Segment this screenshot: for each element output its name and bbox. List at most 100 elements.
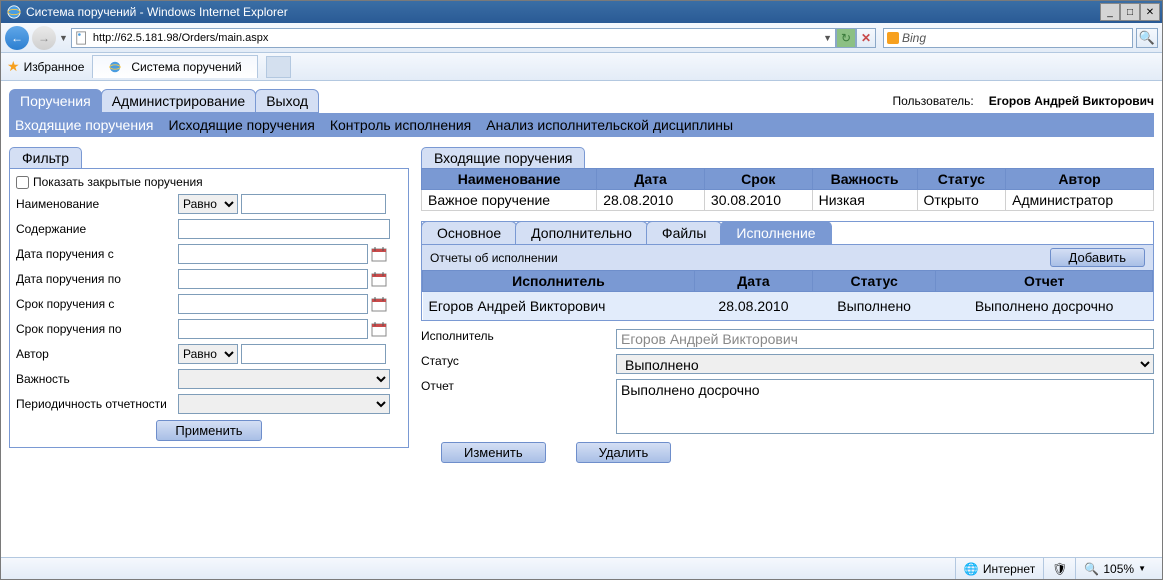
forward-button[interactable]: → <box>32 26 56 50</box>
rcol-report[interactable]: Отчет <box>936 271 1153 292</box>
calendar-icon[interactable] <box>371 296 387 312</box>
title-bar: Система поручений - Windows Internet Exp… <box>1 1 1162 23</box>
maximize-button[interactable]: □ <box>1120 3 1140 21</box>
filter-name-op[interactable]: Равно <box>178 194 238 214</box>
shield-icon: 🛡 <box>1052 562 1067 576</box>
search-input[interactable] <box>926 31 1129 45</box>
filter-content-label: Содержание <box>16 222 178 236</box>
favorites-bar: ★Избранное Система поручений <box>1 53 1162 81</box>
status-zoom[interactable]: 🔍105% ▼ <box>1075 558 1154 579</box>
edit-button[interactable]: Изменить <box>441 442 546 463</box>
filter-due-to-input[interactable] <box>178 319 368 339</box>
col-status[interactable]: Статус <box>917 169 1006 190</box>
filter-author-input[interactable] <box>241 344 386 364</box>
filter-importance-label: Важность <box>16 372 178 386</box>
stop-button[interactable]: ✕ <box>856 28 876 48</box>
close-window-button[interactable]: ✕ <box>1140 3 1160 21</box>
show-closed-label: Показать закрытые поручения <box>33 175 203 189</box>
detail-tab-main[interactable]: Основное <box>421 221 517 244</box>
reports-table: Исполнитель Дата Статус Отчет Егоров Анд… <box>422 270 1153 320</box>
form-report-textarea[interactable]: Выполнено досрочно <box>616 379 1154 434</box>
filter-date-to-input[interactable] <box>178 269 368 289</box>
detail-tab-files[interactable]: Файлы <box>646 221 722 244</box>
zoom-icon: 🔍 <box>1084 562 1099 576</box>
filter-content-input[interactable] <box>178 219 390 239</box>
col-date[interactable]: Дата <box>597 169 705 190</box>
status-protected-mode[interactable]: 🛡 <box>1043 558 1075 579</box>
add-report-button[interactable]: Добавить <box>1050 248 1145 267</box>
form-executor-input[interactable] <box>616 329 1154 349</box>
search-bar[interactable]: Bing <box>883 28 1133 48</box>
filter-author-label: Автор <box>16 347 178 361</box>
table-row[interactable]: Егоров Андрей Викторович 28.08.2010 Выпо… <box>423 292 1153 321</box>
form-status-select[interactable]: Выполнено <box>616 354 1154 374</box>
rcol-date[interactable]: Дата <box>694 271 812 292</box>
filter-date-from-label: Дата поручения с <box>16 247 178 261</box>
ie-page-icon <box>108 60 122 74</box>
col-name[interactable]: Наименование <box>422 169 597 190</box>
main-tab-admin[interactable]: Администрирование <box>101 89 257 113</box>
new-tab-button[interactable] <box>266 56 291 78</box>
ie-logo-icon <box>7 5 21 19</box>
browser-tab[interactable]: Система поручений <box>92 55 257 78</box>
filter-name-label: Наименование <box>16 197 178 211</box>
incoming-tab: Входящие поручения <box>421 147 585 168</box>
filter-date-from-input[interactable] <box>178 244 368 264</box>
window-title: Система поручений - Windows Internet Exp… <box>26 5 288 19</box>
sub-tab-incoming[interactable]: Входящие поручения <box>15 117 153 133</box>
refresh-button[interactable]: ↻ <box>836 28 856 48</box>
address-bar[interactable]: ▼ <box>71 28 836 48</box>
filter-due-from-label: Срок поручения с <box>16 297 178 311</box>
star-icon: ★ <box>7 58 20 75</box>
detail-tab-exec[interactable]: Исполнение <box>720 221 831 244</box>
filter-importance-select[interactable] <box>178 369 390 389</box>
main-tab-orders[interactable]: Поручения <box>9 89 102 113</box>
form-report-label: Отчет <box>421 379 616 393</box>
status-zone[interactable]: 🌐Интернет <box>955 558 1043 579</box>
history-dropdown-icon[interactable]: ▼ <box>59 33 68 43</box>
user-label: Пользователь: <box>893 94 974 108</box>
filter-due-from-input[interactable] <box>178 294 368 314</box>
table-row[interactable]: Важное поручение 28.08.2010 30.08.2010 Н… <box>422 190 1154 211</box>
search-provider: Bing <box>887 31 926 45</box>
col-due[interactable]: Срок <box>704 169 812 190</box>
apply-filter-button[interactable]: Применить <box>156 420 261 441</box>
favorites-button[interactable]: ★Избранное <box>7 58 84 75</box>
minimize-button[interactable]: _ <box>1100 3 1120 21</box>
incoming-table: Наименование Дата Срок Важность Статус А… <box>421 168 1154 211</box>
user-name: Егоров Андрей Викторович <box>989 94 1154 108</box>
calendar-icon[interactable] <box>371 321 387 337</box>
calendar-icon[interactable] <box>371 246 387 262</box>
main-tab-exit[interactable]: Выход <box>255 89 319 113</box>
col-importance[interactable]: Важность <box>812 169 917 190</box>
filter-author-op[interactable]: Равно <box>178 344 238 364</box>
filter-periodicity-label: Периодичность отчетности <box>16 397 178 411</box>
url-input[interactable] <box>93 32 823 44</box>
bing-icon <box>887 32 899 44</box>
calendar-icon[interactable] <box>371 271 387 287</box>
reports-title: Отчеты об исполнении <box>430 251 558 265</box>
form-status-label: Статус <box>421 354 616 368</box>
col-author[interactable]: Автор <box>1006 169 1154 190</box>
sub-tab-outgoing[interactable]: Исходящие поручения <box>168 117 314 133</box>
filter-due-to-label: Срок поручения по <box>16 322 178 336</box>
back-button[interactable]: ← <box>5 26 29 50</box>
sub-tab-control[interactable]: Контроль исполнения <box>330 117 471 133</box>
page-icon <box>75 31 89 45</box>
search-button[interactable]: 🔍 <box>1136 28 1158 48</box>
delete-button[interactable]: Удалить <box>576 442 672 463</box>
sub-tab-analysis[interactable]: Анализ исполнительской дисциплины <box>486 117 733 133</box>
detail-tab-extra[interactable]: Дополнительно <box>515 221 648 244</box>
filter-periodicity-select[interactable] <box>178 394 390 414</box>
show-closed-checkbox[interactable] <box>16 176 29 189</box>
filter-name-input[interactable] <box>241 194 386 214</box>
filter-date-to-label: Дата поручения по <box>16 272 178 286</box>
filter-tab: Фильтр <box>9 147 82 168</box>
nav-toolbar: ← → ▼ ▼ ↻ ✕ Bing 🔍 <box>1 23 1162 53</box>
url-dropdown-icon[interactable]: ▼ <box>823 33 832 43</box>
rcol-status[interactable]: Статус <box>813 271 936 292</box>
rcol-executor[interactable]: Исполнитель <box>423 271 695 292</box>
globe-icon: 🌐 <box>964 562 979 576</box>
form-executor-label: Исполнитель <box>421 329 616 343</box>
status-bar: 🌐Интернет 🛡 🔍105% ▼ <box>1 557 1162 579</box>
